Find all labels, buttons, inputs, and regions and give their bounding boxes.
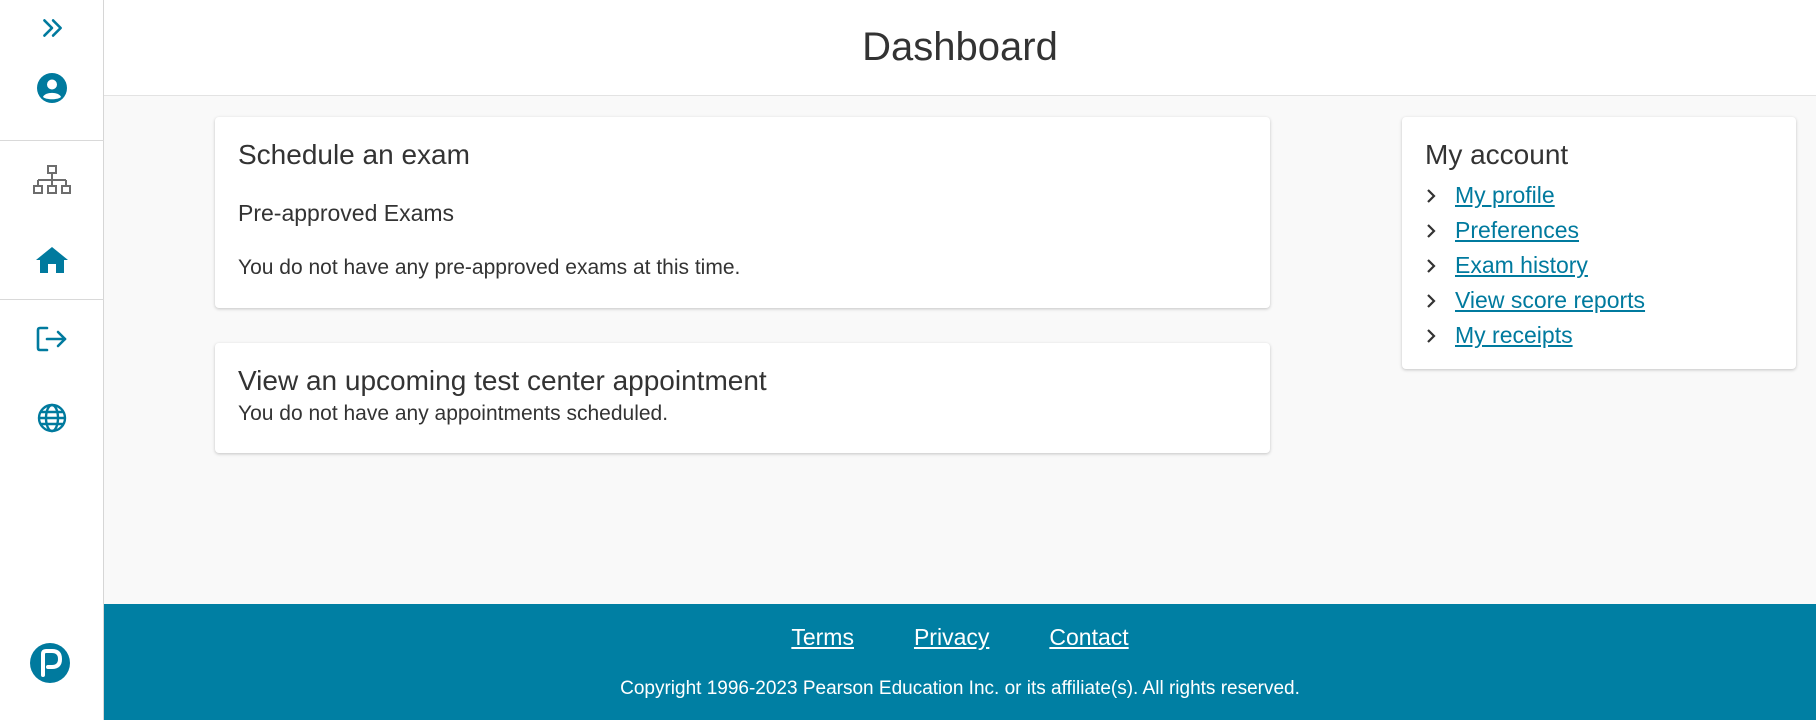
appointment-message: You do not have any appointments schedul… [238,402,669,425]
list-item: Preferences [1425,213,1645,248]
contact-link[interactable]: Contact [1049,624,1128,651]
my-profile-link[interactable]: My profile [1455,182,1555,209]
list-item: My receipts [1425,318,1645,353]
list-item: View score reports [1425,283,1645,318]
globe-icon[interactable] [0,390,104,446]
my-account-title: My account [1425,139,1569,170]
schedule-exam-card: Schedule an exam Pre-approved Exams You … [215,117,1270,308]
preferences-link[interactable]: Preferences [1455,217,1579,244]
footer-links: Terms Privacy Contact [104,624,1816,651]
app-root: Dashboard Schedule an exam Pre-approved … [0,0,1816,720]
my-account-card: My account My profile Preferences Exam h… [1402,117,1796,369]
sidebar-divider [0,140,104,141]
terms-link[interactable]: Terms [791,624,854,651]
pearson-logo [0,635,102,691]
view-score-reports-link[interactable]: View score reports [1455,287,1645,314]
chevron-right-icon [1425,223,1455,239]
copyright-text: Copyright 1996-2023 Pearson Education In… [620,678,1300,699]
chevron-right-icon [1425,293,1455,309]
exam-history-link[interactable]: Exam history [1455,252,1588,279]
appointment-title: View an upcoming test center appointment [238,365,767,396]
privacy-link[interactable]: Privacy [914,624,989,651]
pre-approved-heading: Pre-approved Exams [238,200,455,226]
account-links: My profile Preferences Exam history View… [1425,178,1645,353]
footer: Terms Privacy Contact Copyright 1996-202… [104,604,1816,720]
sign-out-icon[interactable] [0,311,104,367]
expand-icon[interactable] [0,0,104,56]
schedule-exam-title: Schedule an exam [238,139,470,170]
sitemap-icon[interactable] [0,152,104,208]
list-item: Exam history [1425,248,1645,283]
user-profile-icon[interactable] [0,60,104,116]
pre-approved-message: You do not have any pre-approved exams a… [238,256,741,279]
sidebar [0,0,104,720]
sidebar-divider [0,299,104,300]
my-receipts-link[interactable]: My receipts [1455,322,1573,349]
page-title: Dashboard [862,25,1058,69]
page-header: Dashboard [104,0,1816,96]
appointment-card: View an upcoming test center appointment… [215,343,1270,453]
list-item: My profile [1425,178,1645,213]
chevron-right-icon [1425,328,1455,344]
chevron-right-icon [1425,188,1455,204]
home-icon[interactable] [0,232,104,288]
chevron-right-icon [1425,258,1455,274]
